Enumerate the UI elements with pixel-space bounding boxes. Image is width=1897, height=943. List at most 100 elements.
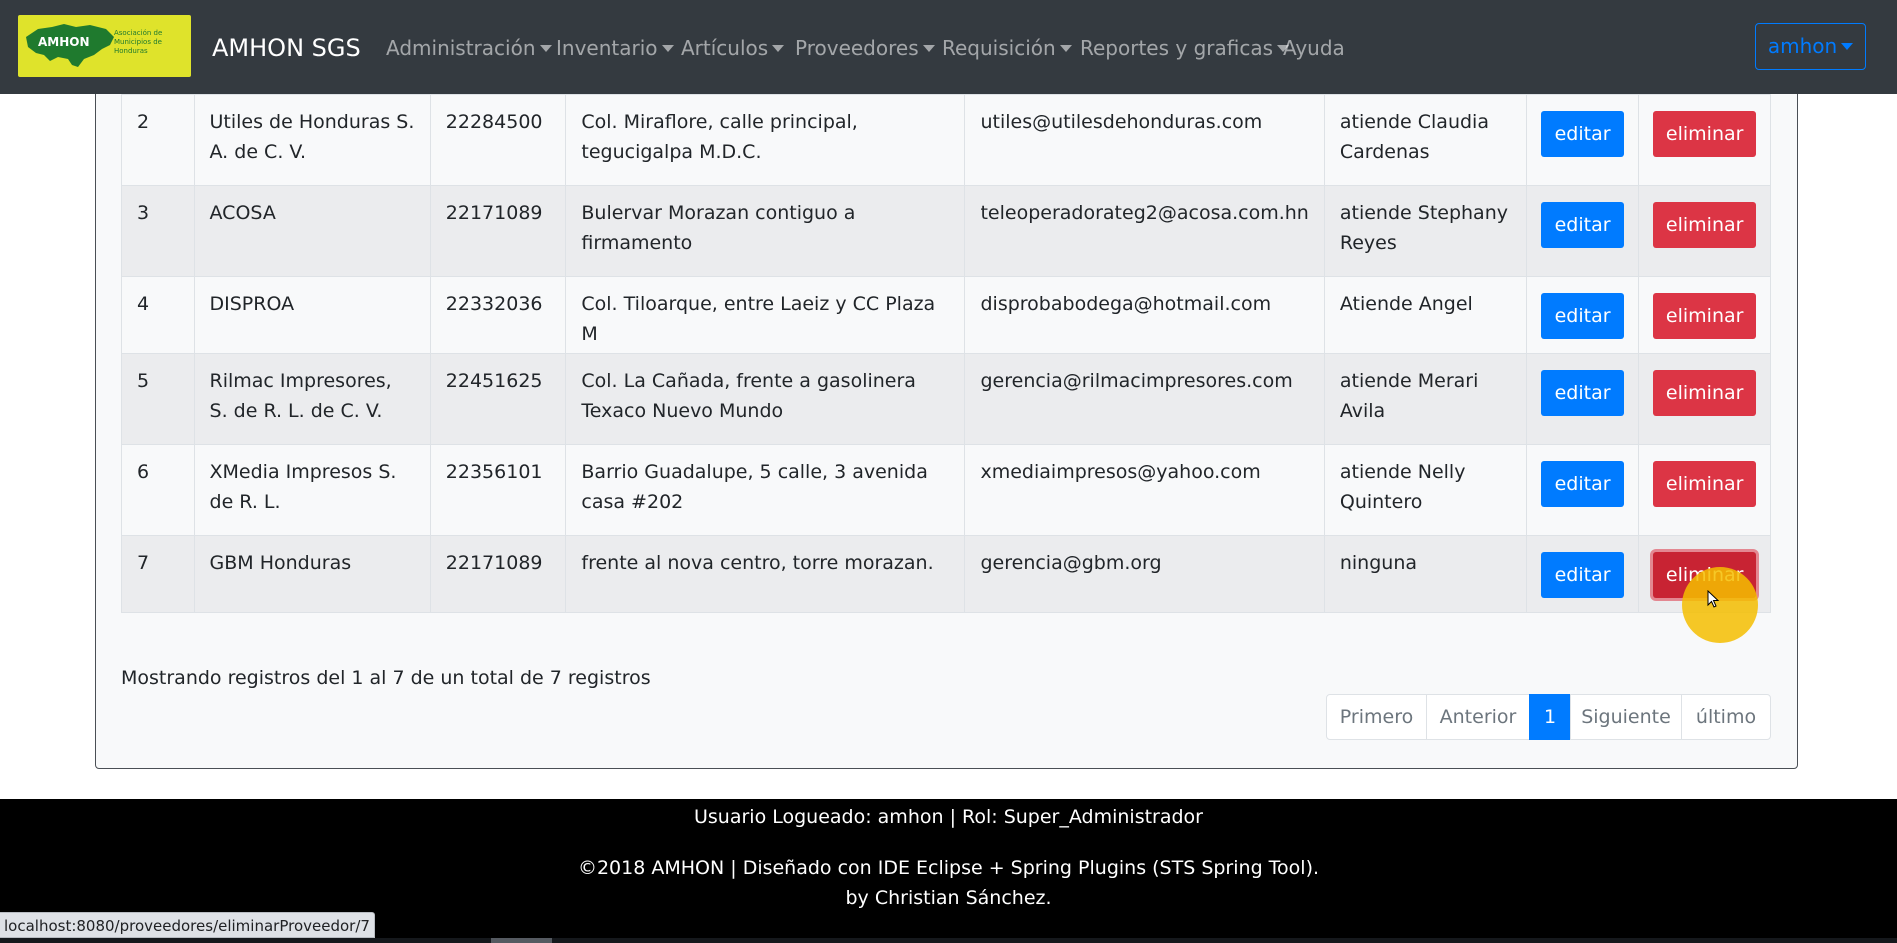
cell-phone: 22171089 — [429, 185, 567, 277]
cell-contact: ninguna — [1323, 535, 1527, 613]
nav-reportes[interactable]: Reportes y graficas — [1080, 36, 1290, 60]
cell-delete: eliminar — [1638, 535, 1771, 613]
cell-name: ACOSA — [193, 185, 431, 277]
cell-name: Rilmac Impresores, S. de R. L. de C. V. — [193, 353, 431, 445]
brand-name[interactable]: AMHON SGS — [212, 33, 361, 63]
cell-id: 2 — [121, 94, 195, 186]
caret-down-icon — [661, 44, 674, 52]
cell-id: 7 — [121, 535, 195, 613]
edit-button[interactable]: editar — [1541, 461, 1625, 507]
cell-address: Barrio Guadalupe, 5 calle, 3 avenida cas… — [565, 444, 966, 536]
caret-down-icon — [922, 44, 935, 52]
edit-button[interactable]: editar — [1541, 202, 1625, 248]
page-current[interactable]: 1 — [1529, 694, 1571, 740]
cell-phone: 22284500 — [429, 94, 567, 186]
cell-contact: atiende Claudia Cardenas — [1323, 94, 1527, 186]
cell-name: XMedia Impresos S. de R. L. — [193, 444, 431, 536]
caret-down-icon — [539, 44, 552, 52]
cell-delete: eliminar — [1638, 185, 1771, 277]
edit-button[interactable]: editar — [1541, 370, 1625, 416]
user-menu-button[interactable]: amhon — [1755, 23, 1866, 70]
table-row: 7 GBM Honduras 22171089 frente al nova c… — [121, 535, 1771, 613]
amhon-logo[interactable]: AMHON Asociación de Municipios de Hondur… — [18, 15, 191, 77]
nav-label: Reportes y graficas — [1080, 36, 1274, 60]
delete-button[interactable]: eliminar — [1653, 293, 1757, 339]
cell-phone: 22171089 — [429, 535, 567, 613]
cell-edit: editar — [1525, 353, 1640, 445]
cell-delete: eliminar — [1638, 94, 1771, 186]
cell-email: xmediaimpresos@yahoo.com — [964, 444, 1325, 536]
cell-phone: 22332036 — [429, 276, 567, 354]
status-url-bar: localhost:8080/proveedores/eliminarProve… — [0, 912, 375, 938]
cell-contact: atiende Stephany Reyes — [1323, 185, 1527, 277]
taskbar-strip — [0, 938, 1897, 943]
nav-requisicion[interactable]: Requisición — [942, 36, 1072, 60]
table-row: 2 Utiles de Honduras S. A. de C. V. 2228… — [121, 94, 1771, 186]
page-prev[interactable]: Anterior — [1426, 694, 1530, 740]
cell-address: Col. La Cañada, frente a gasolinera Texa… — [565, 353, 966, 445]
caret-down-icon — [772, 44, 785, 52]
navbar: AMHON Asociación de Municipios de Hondur… — [0, 0, 1897, 94]
delete-button[interactable]: eliminar — [1653, 111, 1757, 157]
cell-id: 4 — [121, 276, 195, 354]
edit-button[interactable]: editar — [1541, 111, 1625, 157]
cell-name: DISPROA — [193, 276, 431, 354]
delete-button[interactable]: eliminar — [1653, 461, 1757, 507]
delete-button[interactable]: eliminar — [1653, 552, 1757, 598]
footer-credits: ©2018 AMHON | Diseñado con IDE Eclipse +… — [0, 853, 1897, 913]
cell-phone: 22356101 — [429, 444, 567, 536]
nav-label: Artículos — [681, 36, 769, 60]
cell-name: GBM Honduras — [193, 535, 431, 613]
cell-email: disprobabodega@hotmail.com — [964, 276, 1325, 354]
nav-label: Administración — [386, 36, 536, 60]
logo-text: AMHON — [38, 35, 90, 49]
cell-id: 6 — [121, 444, 195, 536]
cell-edit: editar — [1525, 185, 1640, 277]
cell-delete: eliminar — [1638, 276, 1771, 354]
footer-copyright: ©2018 AMHON | Diseñado con IDE Eclipse +… — [577, 857, 1320, 879]
edit-button[interactable]: editar — [1541, 552, 1625, 598]
footer-author: by Christian Sánchez. — [845, 887, 1052, 909]
cell-address: Bulervar Morazan contiguo a firmamento — [565, 185, 966, 277]
pagination: Primero Anterior 1 Siguiente último — [1326, 694, 1771, 740]
scroll-thumb — [491, 938, 552, 943]
nav-ayuda[interactable]: Ayuda — [1283, 36, 1345, 60]
cell-id: 5 — [121, 353, 195, 445]
cell-email: gerencia@gbm.org — [964, 535, 1325, 613]
page-next[interactable]: Siguiente — [1570, 694, 1682, 740]
caret-down-icon — [1059, 44, 1072, 52]
nav-proveedores[interactable]: Proveedores — [795, 36, 935, 60]
page-first[interactable]: Primero — [1326, 694, 1427, 740]
cell-contact: atiende Merari Avila — [1323, 353, 1527, 445]
cell-address: frente al nova centro, torre morazan. — [565, 535, 966, 613]
delete-button[interactable]: eliminar — [1653, 370, 1757, 416]
providers-table: 2 Utiles de Honduras S. A. de C. V. 2228… — [121, 94, 1771, 613]
nav-label: Ayuda — [1283, 36, 1345, 60]
cell-edit: editar — [1525, 94, 1640, 186]
delete-button[interactable]: eliminar — [1653, 202, 1757, 248]
user-name: amhon — [1767, 34, 1838, 58]
footer-user-info: Usuario Logueado: amhon | Rol: Super_Adm… — [693, 806, 1203, 828]
cell-contact: Atiende Angel — [1323, 276, 1527, 354]
nav-inventario[interactable]: Inventario — [556, 36, 674, 60]
cell-edit: editar — [1525, 444, 1640, 536]
nav-label: Inventario — [556, 36, 658, 60]
nav-label: Requisición — [942, 36, 1056, 60]
edit-button[interactable]: editar — [1541, 293, 1625, 339]
nav-label: Proveedores — [795, 36, 919, 60]
table-row: 4 DISPROA 22332036 Col. Tiloarque, entre… — [121, 276, 1771, 354]
cell-email: gerencia@rilmacimpresores.com — [964, 353, 1325, 445]
logo-caption: Asociación de Municipios de Honduras — [114, 29, 163, 55]
table-row: 6 XMedia Impresos S. de R. L. 22356101 B… — [121, 444, 1771, 536]
nav-articulos[interactable]: Artículos — [681, 36, 785, 60]
cell-delete: eliminar — [1638, 444, 1771, 536]
caret-down-icon — [1841, 42, 1854, 50]
cell-phone: 22451625 — [429, 353, 567, 445]
nav-administracion[interactable]: Administración — [386, 36, 552, 60]
cell-email: teleoperadorateg2@acosa.com.hn — [964, 185, 1325, 277]
cell-contact: atiende Nelly Quintero — [1323, 444, 1527, 536]
table-row: 5 Rilmac Impresores, S. de R. L. de C. V… — [121, 353, 1771, 445]
page-last[interactable]: último — [1681, 694, 1771, 740]
cell-delete: eliminar — [1638, 353, 1771, 445]
records-info: Mostrando registros del 1 al 7 de un tot… — [121, 667, 651, 689]
